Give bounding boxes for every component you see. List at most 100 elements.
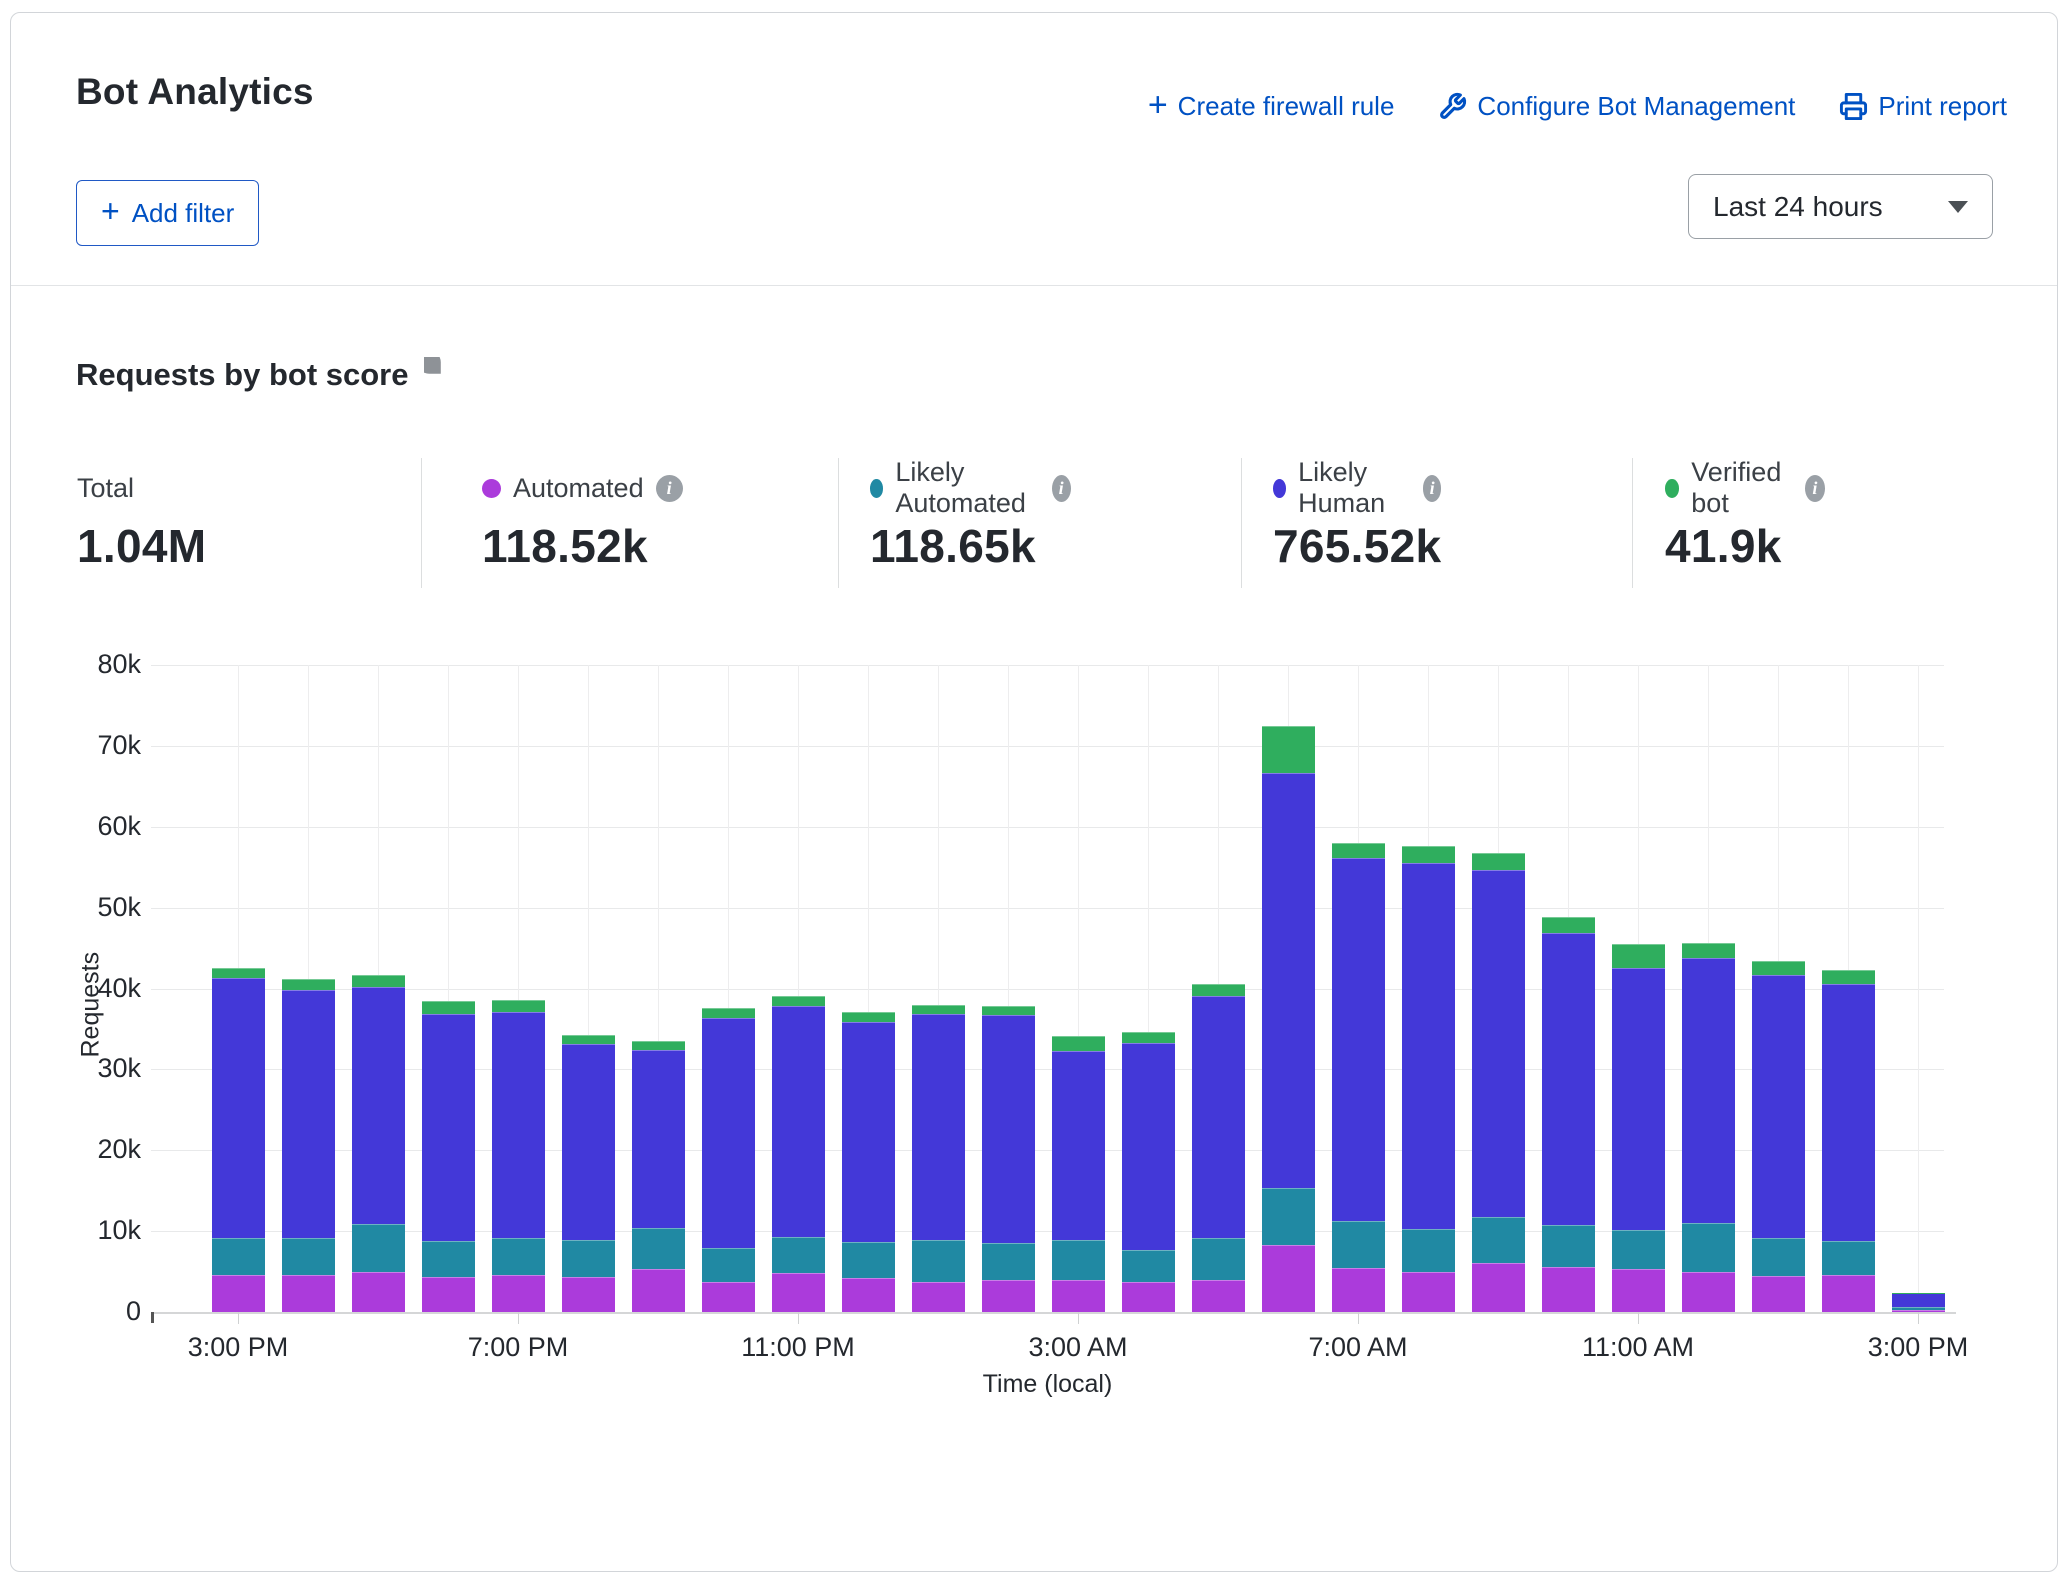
bar-segment-likely-automated[interactable] xyxy=(1682,1223,1735,1272)
bar-segment-likely-automated[interactable] xyxy=(422,1241,475,1277)
bar-segment-likely-human[interactable] xyxy=(1822,984,1875,1240)
bar-segment-verified-bot[interactable] xyxy=(1752,961,1805,975)
bar-segment-automated[interactable] xyxy=(1542,1267,1595,1312)
bar-segment-likely-human[interactable] xyxy=(1752,975,1805,1238)
bar-segment-verified-bot[interactable] xyxy=(842,1012,895,1023)
bar-segment-likely-automated[interactable] xyxy=(212,1238,265,1275)
bar-segment-automated[interactable] xyxy=(562,1277,615,1312)
bar-segment-automated[interactable] xyxy=(702,1282,755,1312)
bar-segment-likely-automated[interactable] xyxy=(1472,1217,1525,1264)
bar-segment-likely-automated[interactable] xyxy=(982,1243,1035,1279)
bar-segment-verified-bot[interactable] xyxy=(1332,843,1385,858)
bar-segment-verified-bot[interactable] xyxy=(982,1006,1035,1016)
bar-segment-verified-bot[interactable] xyxy=(1682,943,1735,958)
bar-segment-verified-bot[interactable] xyxy=(772,996,825,1007)
bar-segment-likely-automated[interactable] xyxy=(702,1248,755,1282)
bar-segment-automated[interactable] xyxy=(842,1278,895,1312)
bar-segment-automated[interactable] xyxy=(982,1280,1035,1312)
bar-segment-likely-human[interactable] xyxy=(1332,858,1385,1220)
bar-segment-likely-human[interactable] xyxy=(702,1018,755,1248)
bar-segment-likely-human[interactable] xyxy=(632,1050,685,1228)
bar-segment-verified-bot[interactable] xyxy=(702,1008,755,1018)
bar-segment-likely-human[interactable] xyxy=(1052,1051,1105,1240)
bar-segment-automated[interactable] xyxy=(912,1282,965,1312)
bar-segment-automated[interactable] xyxy=(1262,1245,1315,1312)
bar-segment-likely-human[interactable] xyxy=(212,978,265,1238)
bar-segment-likely-human[interactable] xyxy=(1542,933,1595,1226)
bar-segment-likely-automated[interactable] xyxy=(492,1238,545,1275)
bar-segment-automated[interactable] xyxy=(492,1275,545,1312)
bar-segment-likely-human[interactable] xyxy=(492,1012,545,1238)
bar-segment-likely-automated[interactable] xyxy=(912,1240,965,1282)
bar-segment-verified-bot[interactable] xyxy=(1052,1036,1105,1051)
bar-segment-likely-automated[interactable] xyxy=(632,1228,685,1269)
bar-segment-verified-bot[interactable] xyxy=(632,1041,685,1050)
bar-segment-likely-human[interactable] xyxy=(1402,863,1455,1229)
bar-segment-likely-automated[interactable] xyxy=(1822,1241,1875,1275)
bar-segment-verified-bot[interactable] xyxy=(422,1001,475,1014)
bar-segment-automated[interactable] xyxy=(422,1277,475,1312)
bar-segment-likely-human[interactable] xyxy=(1472,870,1525,1217)
bar-segment-likely-automated[interactable] xyxy=(562,1240,615,1277)
bar-segment-likely-automated[interactable] xyxy=(1402,1229,1455,1272)
bar-segment-verified-bot[interactable] xyxy=(492,1000,545,1012)
bar-segment-verified-bot[interactable] xyxy=(1262,726,1315,773)
bar-segment-automated[interactable] xyxy=(1612,1269,1665,1312)
bar-segment-verified-bot[interactable] xyxy=(1822,970,1875,985)
bar-segment-verified-bot[interactable] xyxy=(912,1005,965,1014)
bar-segment-verified-bot[interactable] xyxy=(352,975,405,987)
bar-segment-likely-automated[interactable] xyxy=(1332,1221,1385,1269)
bar-segment-verified-bot[interactable] xyxy=(1542,917,1595,933)
bar-segment-likely-automated[interactable] xyxy=(772,1237,825,1273)
bar-segment-likely-automated[interactable] xyxy=(842,1242,895,1278)
bar-segment-automated[interactable] xyxy=(772,1273,825,1312)
bar-segment-automated[interactable] xyxy=(1402,1272,1455,1312)
bar-segment-automated[interactable] xyxy=(1472,1263,1525,1312)
bar-segment-verified-bot[interactable] xyxy=(1122,1032,1175,1043)
bar-segment-likely-automated[interactable] xyxy=(1752,1238,1805,1276)
x-axis-tick xyxy=(1918,1312,1919,1324)
bar-segment-automated[interactable] xyxy=(1332,1268,1385,1312)
bar-segment-automated[interactable] xyxy=(1822,1275,1875,1312)
bar-segment-likely-human[interactable] xyxy=(422,1014,475,1240)
bar-segment-automated[interactable] xyxy=(632,1269,685,1312)
bar-segment-likely-human[interactable] xyxy=(1892,1293,1945,1307)
bar-segment-likely-human[interactable] xyxy=(352,987,405,1224)
bar-segment-verified-bot[interactable] xyxy=(1472,853,1525,869)
bar-segment-likely-automated[interactable] xyxy=(1542,1225,1595,1266)
bar-segment-verified-bot[interactable] xyxy=(1192,984,1245,996)
bar-segment-likely-automated[interactable] xyxy=(1122,1250,1175,1282)
bar-segment-verified-bot[interactable] xyxy=(1612,944,1665,968)
bar-segment-automated[interactable] xyxy=(1052,1280,1105,1312)
bar-segment-verified-bot[interactable] xyxy=(1402,846,1455,863)
bar-segment-verified-bot[interactable] xyxy=(562,1035,615,1045)
bar-segment-likely-automated[interactable] xyxy=(352,1224,405,1272)
bar-segment-likely-human[interactable] xyxy=(1262,773,1315,1189)
bar-segment-likely-human[interactable] xyxy=(1192,996,1245,1238)
bar-segment-automated[interactable] xyxy=(1122,1282,1175,1312)
bar-segment-likely-automated[interactable] xyxy=(1892,1307,1945,1309)
bar-segment-likely-automated[interactable] xyxy=(1612,1230,1665,1270)
bar-segment-verified-bot[interactable] xyxy=(282,979,335,990)
bar-segment-verified-bot[interactable] xyxy=(1892,1293,1945,1294)
bar-segment-automated[interactable] xyxy=(1752,1276,1805,1312)
bar-segment-likely-human[interactable] xyxy=(282,990,335,1237)
bar-segment-automated[interactable] xyxy=(352,1272,405,1312)
bar-segment-likely-human[interactable] xyxy=(912,1014,965,1240)
bar-segment-likely-human[interactable] xyxy=(1122,1043,1175,1250)
bar-segment-likely-automated[interactable] xyxy=(282,1238,335,1275)
bar-segment-automated[interactable] xyxy=(1682,1272,1735,1312)
bar-segment-verified-bot[interactable] xyxy=(212,968,265,979)
bar-segment-likely-human[interactable] xyxy=(842,1022,895,1241)
bar-segment-automated[interactable] xyxy=(212,1275,265,1312)
bar-segment-likely-automated[interactable] xyxy=(1262,1188,1315,1245)
bar-segment-automated[interactable] xyxy=(282,1275,335,1312)
bar-segment-likely-human[interactable] xyxy=(982,1015,1035,1243)
bar-segment-automated[interactable] xyxy=(1192,1280,1245,1312)
bar-segment-likely-automated[interactable] xyxy=(1052,1240,1105,1280)
bar-segment-likely-human[interactable] xyxy=(772,1006,825,1236)
bar-segment-likely-human[interactable] xyxy=(1612,968,1665,1229)
bar-segment-likely-human[interactable] xyxy=(1682,958,1735,1223)
bar-segment-likely-automated[interactable] xyxy=(1192,1238,1245,1280)
bar-segment-likely-human[interactable] xyxy=(562,1044,615,1240)
